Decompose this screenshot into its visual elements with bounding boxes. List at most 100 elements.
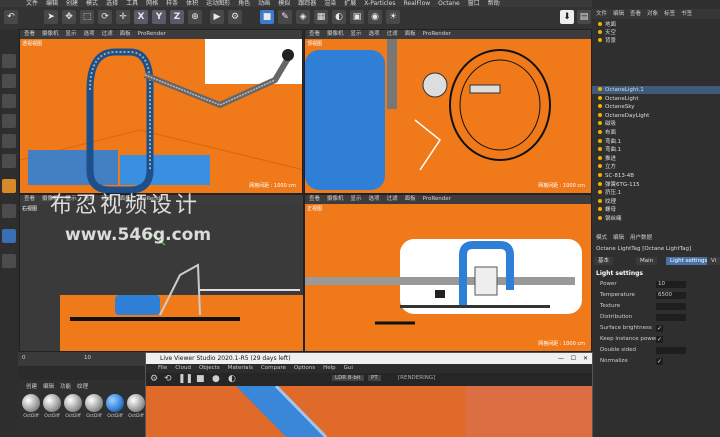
- object-row[interactable]: 弹簧6TG-115: [592, 181, 720, 189]
- camera-icon[interactable]: ◉: [368, 10, 382, 24]
- select-tool-icon[interactable]: ➤: [44, 10, 58, 24]
- render-view-icon[interactable]: ▶: [210, 10, 224, 24]
- object-menu-item[interactable]: 标签: [664, 9, 675, 19]
- download-icon[interactable]: ⬇: [560, 10, 574, 24]
- material-ball[interactable]: [64, 394, 82, 412]
- menu-item[interactable]: 窗口: [468, 0, 480, 7]
- material-ball[interactable]: [85, 394, 103, 412]
- object-menu-item[interactable]: 书签: [681, 9, 692, 19]
- subdivision-icon[interactable]: ◈: [296, 10, 310, 24]
- menu-item[interactable]: X-Particles: [364, 0, 395, 7]
- array-icon[interactable]: ▦: [314, 10, 328, 24]
- object-menu-item[interactable]: 对象: [647, 9, 658, 19]
- object-row[interactable]: 纹理: [592, 198, 720, 206]
- settings-icon[interactable]: ⚙: [150, 374, 158, 384]
- attr-value[interactable]: [656, 314, 686, 321]
- octane-menu-item[interactable]: Help: [323, 364, 336, 373]
- object-menu-item[interactable]: 文件: [596, 9, 607, 19]
- object-menu-item[interactable]: 编辑: [613, 9, 624, 19]
- attr-value[interactable]: [656, 303, 686, 310]
- octane-menu-item[interactable]: Materials: [228, 364, 253, 373]
- pause-icon[interactable]: ❚❚: [178, 374, 193, 384]
- maximize-button[interactable]: ☐: [571, 353, 576, 364]
- close-button[interactable]: ✕: [583, 353, 588, 364]
- polygons-mode-icon[interactable]: [2, 154, 16, 168]
- kernel-dropdown[interactable]: PT: [368, 375, 381, 381]
- object-row[interactable]: 挤压.1: [592, 189, 720, 197]
- octane-menu-item[interactable]: Cloud: [175, 364, 191, 373]
- material-ball[interactable]: [22, 394, 40, 412]
- viewport-top[interactable]: 查看 摄像机 显示 选项 过滤 面板 ProRender 顶视图 网格间距 : …: [304, 29, 592, 194]
- make-editable-icon[interactable]: [2, 54, 16, 68]
- octane-menu-item[interactable]: Objects: [199, 364, 220, 373]
- coordinate-system-icon[interactable]: ⊕: [188, 10, 202, 24]
- bit-depth-dropdown[interactable]: LDR 8-bit: [332, 375, 364, 381]
- menu-item[interactable]: Octane: [438, 0, 460, 7]
- material-menu-item[interactable]: 编辑: [43, 382, 54, 390]
- menu-item[interactable]: 帮助: [488, 0, 500, 7]
- menu-item[interactable]: 模式: [86, 0, 98, 7]
- menu-item[interactable]: 动画: [258, 0, 270, 7]
- object-menu-item[interactable]: 查看: [630, 9, 641, 19]
- menu-item[interactable]: 体积: [186, 0, 198, 7]
- scene-icon[interactable]: ▣: [350, 10, 364, 24]
- object-row[interactable]: 立方: [592, 163, 720, 171]
- material-ball[interactable]: [127, 394, 145, 412]
- axis-icon[interactable]: [2, 229, 16, 243]
- add-icon[interactable]: ✛: [116, 10, 130, 24]
- cube-icon[interactable]: ■: [260, 10, 274, 24]
- attr-menu-item[interactable]: 编辑: [613, 234, 624, 243]
- rotate-tool-icon[interactable]: ⟳: [98, 10, 112, 24]
- undo-icon[interactable]: ↶: [4, 10, 18, 24]
- object-row[interactable]: SC-813-4B: [592, 172, 720, 180]
- object-row[interactable]: OctaneDayLight: [592, 112, 720, 120]
- menu-item[interactable]: 工具: [126, 0, 138, 7]
- move-tool-icon[interactable]: ✥: [62, 10, 76, 24]
- stop-icon[interactable]: ■: [196, 374, 205, 384]
- viewport-front[interactable]: 查看 摄像机 显示 选项 过滤 面板 ProRender 正视图 网格间距 : …: [304, 194, 592, 352]
- object-row[interactable]: 螺母: [592, 206, 720, 214]
- octane-menu-item[interactable]: Compare: [261, 364, 286, 373]
- object-row[interactable]: OctaneSky: [592, 103, 720, 111]
- material-ball[interactable]: [106, 394, 124, 412]
- object-row[interactable]: 布面: [592, 129, 720, 137]
- pen-icon[interactable]: ✎: [278, 10, 292, 24]
- snap-icon[interactable]: [2, 179, 16, 193]
- tab-basic[interactable]: 基本: [594, 257, 614, 265]
- octane-menu-item[interactable]: Gui: [344, 364, 353, 373]
- menu-item[interactable]: 运动图形: [206, 0, 230, 7]
- axis-y-button[interactable]: Y: [152, 10, 166, 24]
- scale-tool-icon[interactable]: ⬚: [80, 10, 94, 24]
- texture-mode-icon[interactable]: [2, 94, 16, 108]
- deformer-icon[interactable]: ◐: [332, 10, 346, 24]
- object-row[interactable]: 钢丝绳: [592, 215, 720, 223]
- menu-item[interactable]: 文件: [26, 0, 38, 7]
- render-settings-icon[interactable]: ⚙: [228, 10, 242, 24]
- object-row[interactable]: OctaneLight.1: [592, 86, 720, 94]
- tab-vi[interactable]: Vi: [707, 257, 720, 265]
- object-row[interactable]: 弯曲.1: [592, 138, 720, 146]
- material-menu-item[interactable]: 纹理: [77, 382, 88, 390]
- object-row[interactable]: 地面: [592, 21, 720, 29]
- menu-item[interactable]: 编辑: [46, 0, 58, 7]
- axis-z-button[interactable]: Z: [170, 10, 184, 24]
- object-row[interactable]: 背景: [592, 37, 720, 45]
- octane-render-view[interactable]: [146, 386, 592, 437]
- menu-item[interactable]: 角色: [238, 0, 250, 7]
- attr-value[interactable]: 6500: [656, 292, 686, 299]
- attr-value[interactable]: ✓: [656, 336, 663, 343]
- workplane-icon[interactable]: [2, 204, 16, 218]
- menu-item[interactable]: 扩展: [344, 0, 356, 7]
- sphere-icon[interactable]: ●: [212, 374, 220, 384]
- object-row[interactable]: 天空: [592, 29, 720, 37]
- menu-item[interactable]: 渲染: [324, 0, 336, 7]
- material-menu-item[interactable]: 创建: [26, 382, 37, 390]
- minimize-button[interactable]: —: [558, 353, 564, 364]
- axis-x-button[interactable]: X: [134, 10, 148, 24]
- restart-icon[interactable]: ⟲: [164, 374, 172, 384]
- menu-item[interactable]: 跟踪器: [298, 0, 316, 7]
- locking-icon[interactable]: [2, 254, 16, 268]
- octane-menu-item[interactable]: Options: [294, 364, 315, 373]
- object-row[interactable]: 弯曲.1: [592, 146, 720, 154]
- menu-item[interactable]: 网格: [146, 0, 158, 7]
